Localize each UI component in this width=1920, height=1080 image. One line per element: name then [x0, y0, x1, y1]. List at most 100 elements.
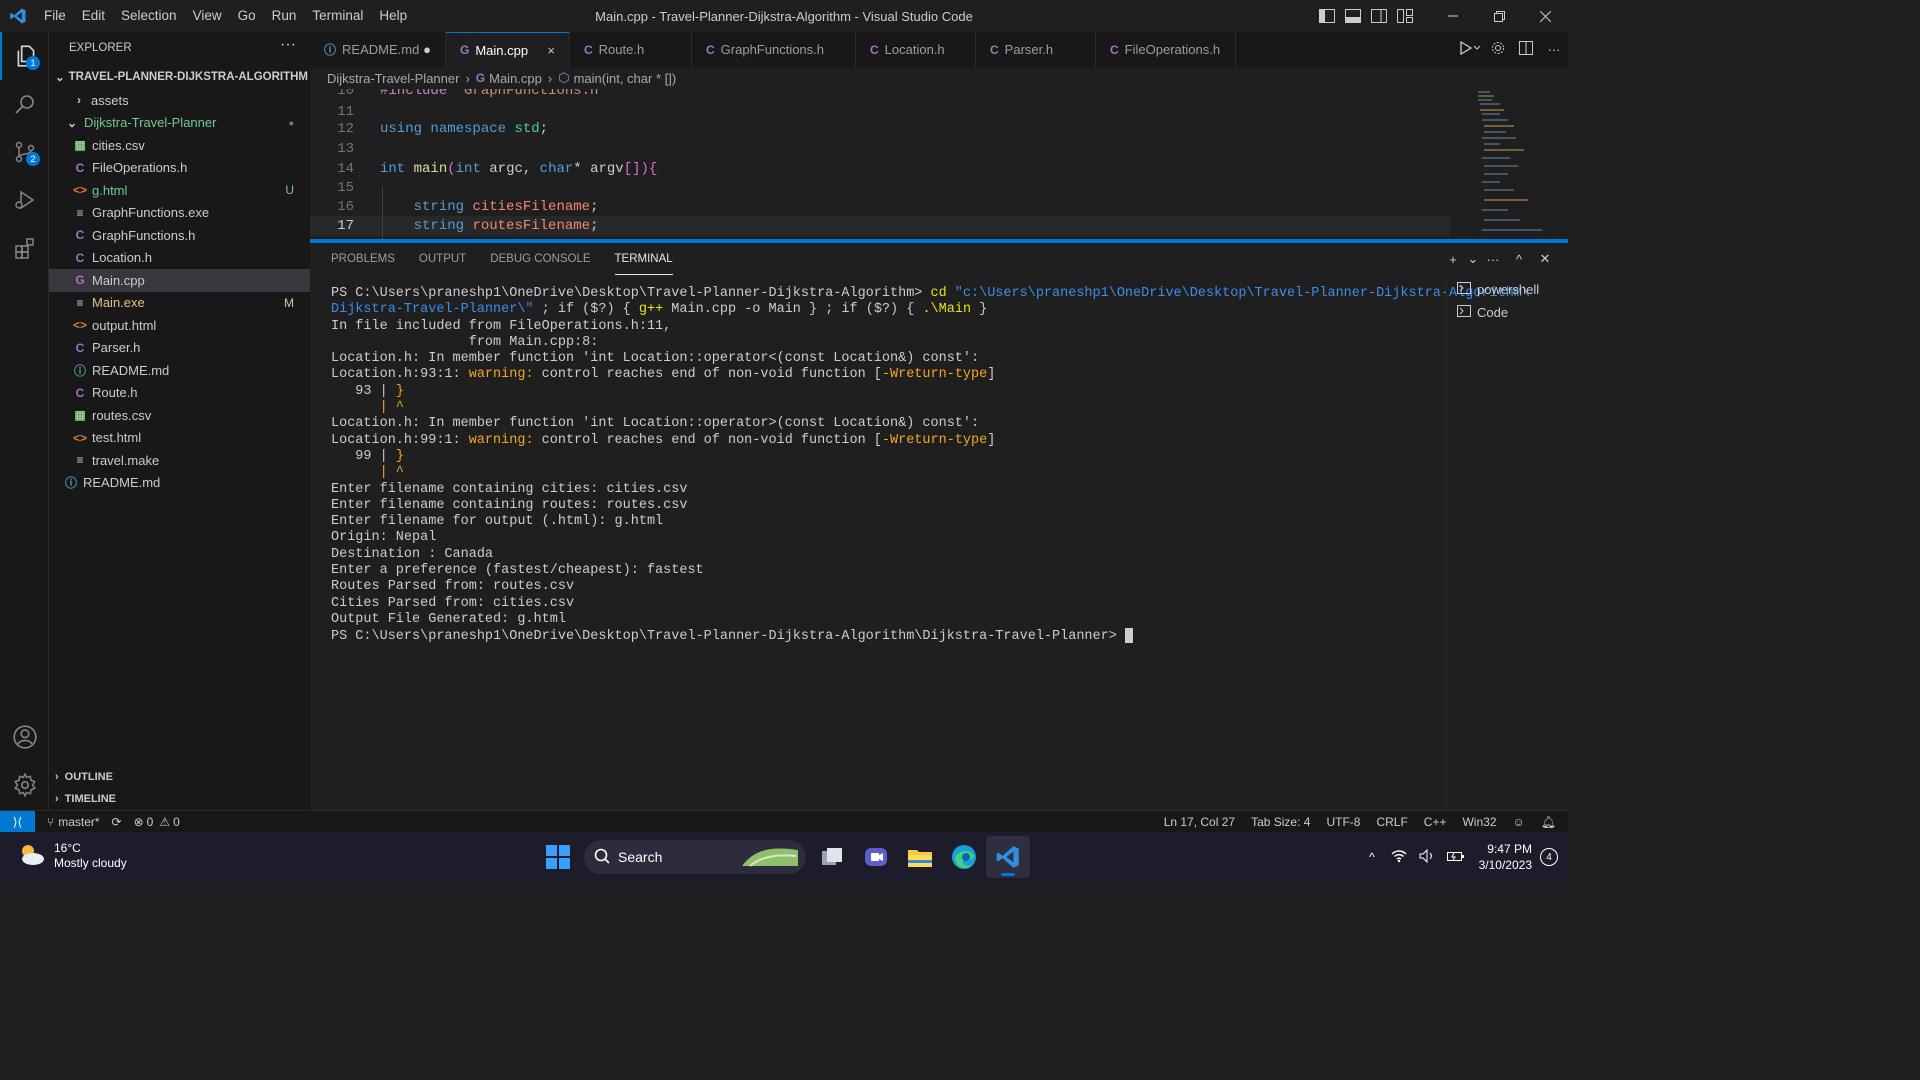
- menu-item-view[interactable]: View: [185, 8, 230, 23]
- tree-item-graphfunctions-h[interactable]: C GraphFunctions.h: [49, 224, 310, 247]
- menu-item-run[interactable]: Run: [264, 8, 305, 23]
- tree-item-cities-csv[interactable]: ▦ cities.csv: [49, 134, 310, 157]
- tree-item-readme-md[interactable]: ⓘ README.md: [49, 472, 310, 495]
- file-explorer-icon[interactable]: [898, 836, 942, 878]
- teams-chat-icon[interactable]: [854, 836, 898, 878]
- breadcrumb-symbol[interactable]: main(int, char * []): [574, 71, 677, 86]
- panel-tab-terminal[interactable]: TERMINAL: [614, 243, 673, 275]
- breadcrumb-folder[interactable]: Dijkstra-Travel-Planner: [327, 71, 459, 86]
- tab-location-h[interactable]: C Location.h: [856, 32, 976, 67]
- more-actions-icon[interactable]: ···: [1480, 252, 1506, 267]
- tree-item-travel-make[interactable]: ≡ travel.make: [49, 449, 310, 472]
- panel-tab-output[interactable]: OUTPUT: [419, 243, 466, 275]
- settings-gear-icon[interactable]: [1484, 41, 1512, 58]
- accounts-icon[interactable]: [0, 713, 49, 761]
- tab-main-cpp[interactable]: G Main.cpp ×: [446, 32, 570, 67]
- problems-status[interactable]: ⊗ 0 ⚠ 0: [128, 815, 186, 829]
- unsaved-dot-icon[interactable]: ●: [423, 42, 431, 57]
- tree-item-readme-md[interactable]: ⓘ README.md: [49, 359, 310, 382]
- code-line[interactable]: 16 string citiesFilename;: [310, 197, 598, 217]
- run-debug-icon[interactable]: [0, 176, 49, 224]
- close-tab-icon[interactable]: ×: [547, 43, 555, 58]
- toggle-secondary-sidebar-icon[interactable]: [1366, 0, 1392, 32]
- menu-item-edit[interactable]: Edit: [74, 8, 113, 23]
- code-line[interactable]: 17 string routesFilename;: [310, 216, 1450, 236]
- tree-item-main-cpp[interactable]: G Main.cpp: [49, 269, 310, 292]
- platform[interactable]: Win32: [1454, 815, 1504, 829]
- minimap[interactable]: [1472, 89, 1552, 239]
- volume-icon[interactable]: [1419, 848, 1435, 866]
- tree-item-fileoperations-h[interactable]: C FileOperations.h: [49, 157, 310, 180]
- wifi-icon[interactable]: [1391, 849, 1407, 866]
- tree-item-g-html[interactable]: <> g.html U: [49, 179, 310, 202]
- terminal-instance-powershell[interactable]: powershell: [1447, 278, 1568, 301]
- tab-size[interactable]: Tab Size: 4: [1243, 815, 1318, 829]
- code-line[interactable]: 15: [310, 178, 354, 198]
- minimize-icon[interactable]: [1430, 0, 1476, 32]
- menu-item-selection[interactable]: Selection: [113, 8, 185, 23]
- outline-section[interactable]: › OUTLINE: [49, 766, 310, 788]
- edge-browser-icon[interactable]: [942, 836, 986, 878]
- tree-item-main-exe[interactable]: ≡ Main.exe M: [49, 292, 310, 315]
- customize-layout-icon[interactable]: [1392, 0, 1418, 32]
- new-terminal-icon[interactable]: +: [1440, 252, 1466, 267]
- battery-icon[interactable]: [1446, 849, 1465, 866]
- code-line[interactable]: 13: [310, 139, 354, 159]
- menu-item-go[interactable]: Go: [230, 8, 264, 23]
- restore-icon[interactable]: [1476, 0, 1522, 32]
- tree-item-dijkstra-travel-planner[interactable]: ⌄ Dijkstra-Travel-Planner ●: [49, 112, 310, 135]
- notifications-bell-icon[interactable]: 🔔︎: [1533, 815, 1568, 829]
- toggle-primary-sidebar-icon[interactable]: [1314, 0, 1340, 32]
- run-code-icon[interactable]: [1456, 40, 1484, 58]
- close-panel-icon[interactable]: ✕: [1532, 251, 1558, 267]
- encoding[interactable]: UTF-8: [1318, 815, 1368, 829]
- tree-item-routes-csv[interactable]: ▦ routes.csv: [49, 404, 310, 427]
- sync-icon[interactable]: ⟳: [106, 815, 128, 829]
- tree-item-route-h[interactable]: C Route.h: [49, 382, 310, 405]
- tab-fileoperations-h[interactable]: C FileOperations.h: [1096, 32, 1236, 67]
- cursor-position[interactable]: Ln 17, Col 27: [1156, 815, 1243, 829]
- breadcrumb-file[interactable]: Main.cpp: [489, 71, 542, 86]
- extensions-icon[interactable]: [0, 224, 49, 272]
- panel-tab-problems[interactable]: PROBLEMS: [331, 243, 395, 275]
- tab-route-h[interactable]: C Route.h: [570, 32, 692, 67]
- feedback-icon[interactable]: ☺: [1505, 815, 1533, 829]
- chevron-up-icon[interactable]: ^: [1369, 850, 1375, 864]
- vscode-taskbar-icon[interactable]: [986, 836, 1030, 878]
- tree-item-test-html[interactable]: <> test.html: [49, 427, 310, 450]
- tree-item-graphfunctions-exe[interactable]: ≡ GraphFunctions.exe: [49, 202, 310, 225]
- windows-start-icon[interactable]: [536, 836, 580, 878]
- split-editor-icon[interactable]: [1512, 41, 1540, 58]
- explorer-more-icon[interactable]: ···: [280, 36, 296, 54]
- tab-graphfunctions-h[interactable]: C GraphFunctions.h: [692, 32, 856, 67]
- menu-item-help[interactable]: Help: [371, 8, 415, 23]
- search-icon[interactable]: [0, 80, 49, 128]
- code-line[interactable]: 12 using namespace std;: [310, 119, 548, 139]
- source-control-icon[interactable]: 2: [0, 128, 49, 176]
- chevron-down-icon[interactable]: ⌄: [1466, 251, 1480, 267]
- weather-widget[interactable]: 16°C Mostly cloudy: [16, 840, 127, 871]
- settings-gear-icon[interactable]: [0, 761, 49, 809]
- menu-item-terminal[interactable]: Terminal: [304, 8, 371, 23]
- workspace-root[interactable]: ⌄ TRAVEL-PLANNER-DIJKSTRA-ALGORITHM: [49, 66, 310, 89]
- branch-status[interactable]: ⑂ master*: [41, 815, 106, 829]
- taskbar-search[interactable]: Search: [584, 840, 806, 874]
- timeline-section[interactable]: › TIMELINE: [49, 788, 310, 810]
- terminal-output[interactable]: PS C:\Users\praneshp1\OneDrive\Desktop\T…: [331, 286, 1530, 646]
- tab-parser-h[interactable]: C Parser.h: [976, 32, 1096, 67]
- remote-indicator-icon[interactable]: ⟩⟨: [0, 810, 35, 833]
- terminal-instance-code[interactable]: Code: [1447, 301, 1568, 324]
- eol[interactable]: CRLF: [1368, 815, 1415, 829]
- toggle-panel-icon[interactable]: [1340, 0, 1366, 32]
- tab-readme-md[interactable]: ⓘ README.md ●: [310, 32, 446, 67]
- maximize-panel-icon[interactable]: ^: [1506, 252, 1532, 267]
- tree-item-location-h[interactable]: C Location.h: [49, 247, 310, 270]
- code-editor[interactable]: 10 #include "GraphFunctions.h" 11 12 using n…: [310, 89, 1568, 239]
- tree-item-output-html[interactable]: <> output.html: [49, 314, 310, 337]
- tree-item-parser-h[interactable]: C Parser.h: [49, 337, 310, 360]
- more-actions-icon[interactable]: ···: [1540, 42, 1568, 57]
- notification-count-badge[interactable]: 4: [1540, 848, 1558, 866]
- tree-item-assets[interactable]: › assets: [49, 89, 310, 112]
- panel-tab-debug-console[interactable]: DEBUG CONSOLE: [490, 243, 590, 275]
- language-mode[interactable]: C++: [1416, 815, 1455, 829]
